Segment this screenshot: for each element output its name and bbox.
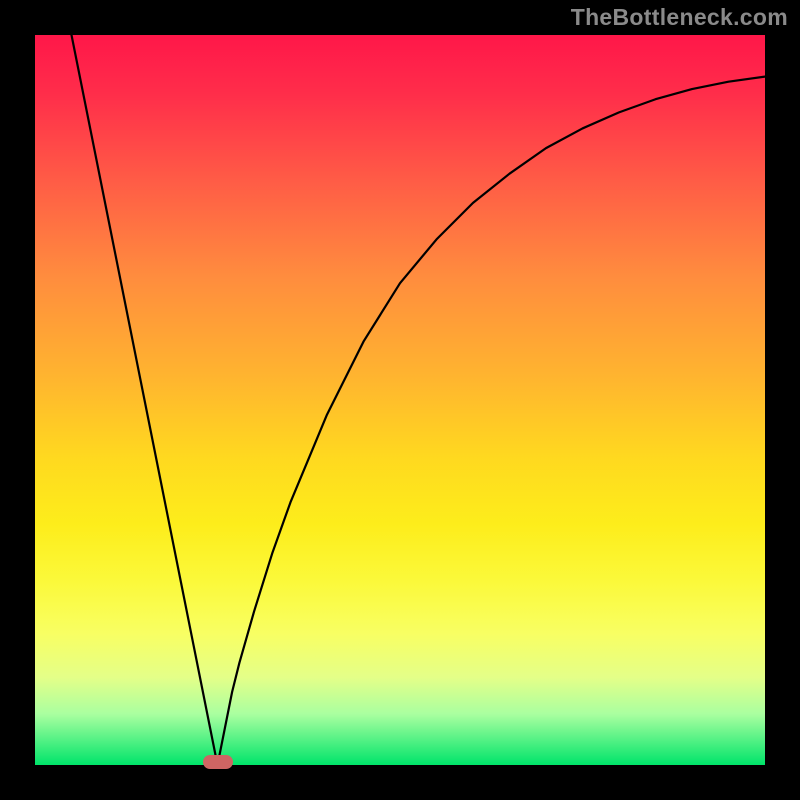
bottleneck-curve <box>72 35 766 765</box>
chart-canvas: TheBottleneck.com <box>0 0 800 800</box>
plot-area <box>35 35 765 765</box>
optimal-point-marker <box>203 755 233 769</box>
curve-layer <box>35 35 765 765</box>
watermark-text: TheBottleneck.com <box>571 4 788 31</box>
